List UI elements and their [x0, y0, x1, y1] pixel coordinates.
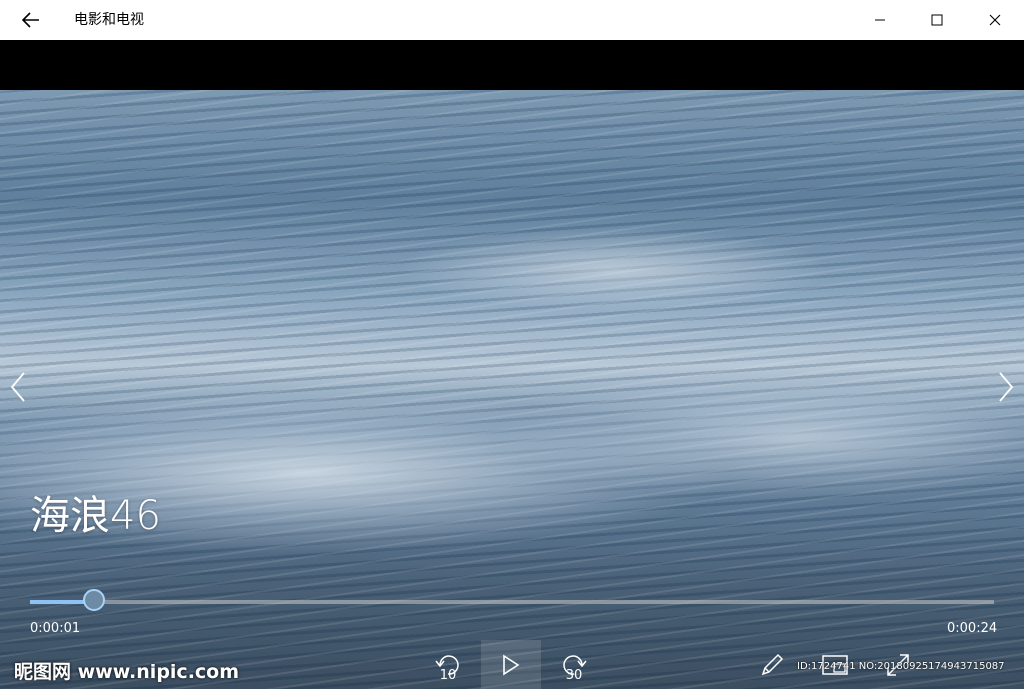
chevron-right-icon	[999, 372, 1014, 402]
title-bar: 电影和电视	[0, 0, 1024, 40]
minimize-button[interactable]	[857, 0, 903, 40]
video-surface[interactable]: 海浪46 0:00:01 0:00:24 10 30 昵图网 www.nipic…	[0, 40, 1024, 689]
skip-back-label: 10	[439, 668, 457, 683]
seek-bar-thumb[interactable]	[82, 589, 105, 611]
close-icon	[989, 14, 1001, 26]
pencil-icon	[761, 653, 784, 675]
seek-bar[interactable]	[30, 589, 994, 611]
next-video-button[interactable]	[994, 367, 1018, 407]
edit-button[interactable]	[742, 640, 802, 689]
play-button[interactable]	[481, 640, 541, 689]
chevron-left-icon	[10, 372, 25, 402]
watermark-id: ID:1724741 NO:20180925174943715087	[797, 661, 1005, 672]
back-button[interactable]	[8, 0, 54, 40]
skip-forward-button[interactable]: 30	[544, 640, 604, 689]
app-title: 电影和电视	[74, 12, 144, 28]
duration: 0:00:24	[947, 621, 998, 636]
play-icon	[503, 654, 520, 675]
watermark-site: 昵图网 www.nipic.com	[14, 661, 240, 683]
video-title: 海浪46	[30, 493, 161, 539]
maximize-icon	[931, 14, 943, 26]
close-button[interactable]	[972, 0, 1018, 40]
previous-video-button[interactable]	[6, 367, 30, 407]
skip-back-button[interactable]: 10	[418, 640, 478, 689]
minimize-icon	[875, 19, 885, 21]
back-arrow-icon	[22, 12, 39, 28]
skip-forward-label: 30	[565, 668, 583, 683]
current-time: 0:00:01	[30, 621, 81, 636]
maximize-button[interactable]	[914, 0, 960, 40]
